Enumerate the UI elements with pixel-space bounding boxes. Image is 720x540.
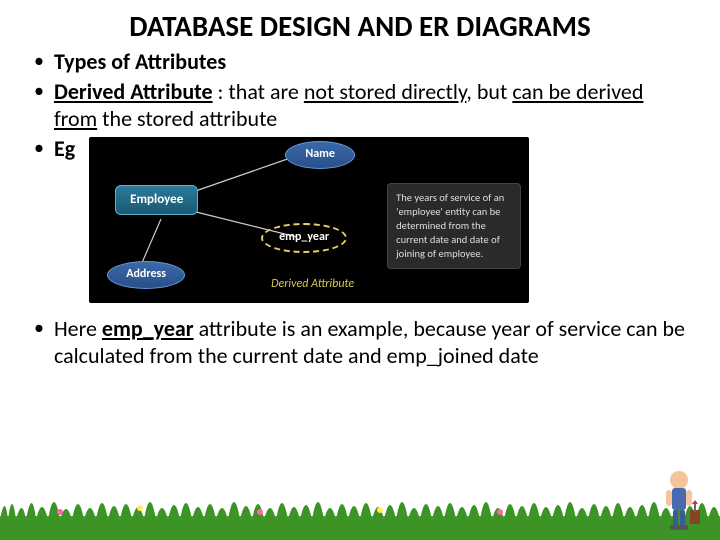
slide-content: • Types of Attributes • Derived Attribut…	[0, 48, 720, 370]
entity-employee: Employee	[115, 185, 198, 215]
bullet-dot: •	[34, 78, 44, 104]
bullet-dot: •	[34, 315, 44, 341]
term-empyear: emp_year	[102, 315, 194, 342]
attribute-name: Name	[285, 141, 355, 169]
attribute-address: Address	[107, 261, 185, 289]
slide-title: DATABASE DESIGN AND ER DIAGRAMS	[0, 0, 720, 48]
bullet-text: Derived Attribute : that are not stored …	[54, 78, 686, 133]
text: the stored attribute	[97, 105, 277, 132]
text-underline: not stored directly	[304, 78, 467, 105]
diagram-sidebox: The years of service of an 'employee' en…	[387, 183, 521, 270]
text: Here	[54, 315, 102, 342]
bullet-derived: • Derived Attribute : that are not store…	[34, 78, 686, 133]
derived-attribute-empyear: emp_year	[261, 223, 347, 253]
bullet-explanation: • Here emp_year attribute is an example,…	[34, 315, 686, 370]
example-label: Eg	[54, 135, 75, 163]
grass-decoration	[0, 482, 720, 540]
term-derived-attribute: Derived Attribute	[54, 78, 213, 105]
bullet-text: Types of Attributes	[54, 48, 226, 76]
text: , but	[466, 78, 512, 105]
bullet-example: • Eg Employee Name Address emp_year Deri…	[34, 135, 686, 303]
bullet-dot: •	[34, 135, 44, 161]
bullet-dot: •	[34, 48, 44, 74]
mascot-icon	[656, 468, 702, 534]
bullet-text: Here emp_year attribute is an example, b…	[54, 315, 686, 370]
text: : that are	[213, 78, 304, 105]
bullet-types: • Types of Attributes	[34, 48, 686, 76]
er-diagram: Employee Name Address emp_year Derived A…	[89, 137, 529, 303]
diagram-caption: Derived Attribute	[271, 277, 354, 292]
